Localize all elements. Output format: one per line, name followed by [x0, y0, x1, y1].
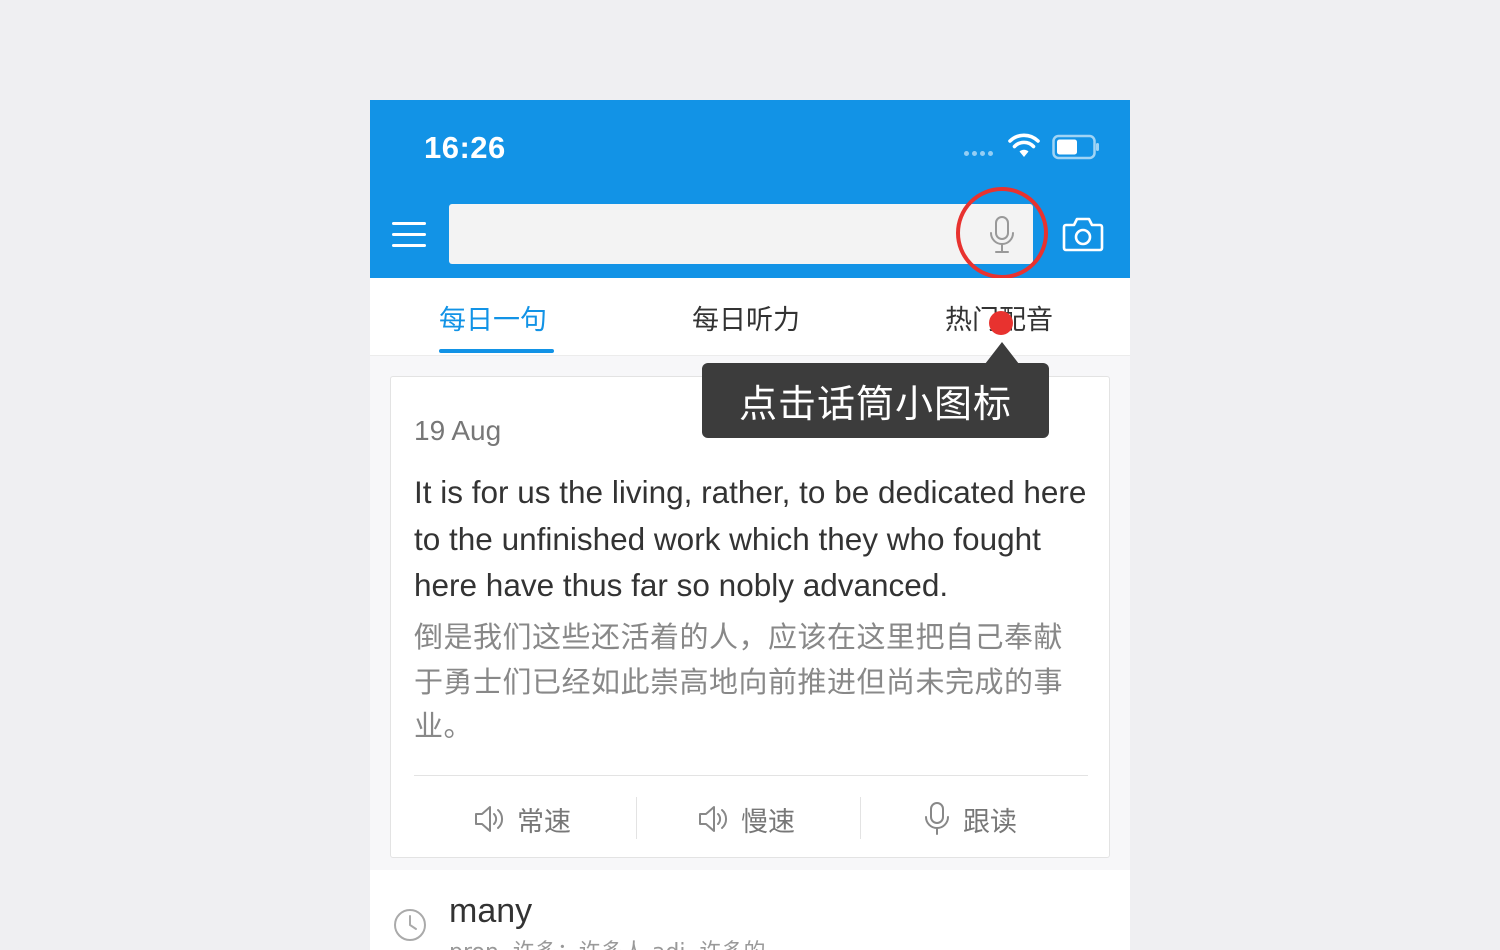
hint-tooltip: 点击话筒小图标 [702, 363, 1049, 438]
sentence-english: It is for us the living, rather, to be d… [414, 474, 1087, 603]
action-separator [636, 797, 637, 839]
clock-icon [394, 909, 426, 941]
tab-daily-listening[interactable]: 每日听力 [692, 298, 800, 337]
battery-icon [1052, 134, 1099, 160]
active-tab-indicator [439, 349, 554, 353]
daily-sentence-card: 19 Aug It is for us the living, rather, … [390, 376, 1110, 858]
microphone-icon[interactable] [984, 215, 1020, 255]
tap-indicator-dot [989, 311, 1013, 335]
search-header [370, 187, 1130, 279]
status-time: 16:26 [424, 130, 506, 165]
phone-screen: 16:26 每日一句 每日听力 点击话筒小图标 19 Aug It is for… [370, 100, 1130, 950]
tab-daily-sentence[interactable]: 每日一句 [439, 298, 547, 337]
slow-speed-button[interactable]: 慢速 [697, 797, 795, 841]
read-along-label: 跟读 [963, 806, 1017, 838]
history-definition: pron. 许多；许多人 adj. 许多的 [449, 934, 765, 950]
normal-speed-label: 常速 [517, 806, 571, 838]
cellular-signal-icon [964, 151, 993, 156]
history-word: many [449, 892, 533, 930]
read-along-button[interactable]: 跟读 [923, 797, 1017, 841]
hamburger-menu-icon[interactable] [392, 220, 426, 248]
normal-speed-button[interactable]: 常速 [473, 797, 571, 841]
action-separator [860, 797, 861, 839]
tooltip-arrow [985, 342, 1019, 364]
slow-speed-label: 慢速 [741, 806, 795, 838]
wifi-icon [1008, 133, 1040, 157]
sentence-date: 19 Aug [414, 415, 502, 446]
camera-icon[interactable] [1062, 215, 1104, 253]
card-divider [414, 775, 1088, 776]
history-list-item[interactable]: many pron. 许多；许多人 adj. 许多的 [370, 870, 1130, 950]
status-bar: 16:26 [370, 100, 1130, 195]
speaker-icon [475, 806, 504, 832]
speaker-icon [699, 806, 728, 832]
microphone-icon [925, 802, 949, 835]
search-input[interactable] [449, 204, 1033, 264]
sentence-chinese: 倒是我们这些还活着的人，应该在这里把自己奉献于勇士们已经如此崇高地向前推进但尚未… [414, 620, 1064, 743]
